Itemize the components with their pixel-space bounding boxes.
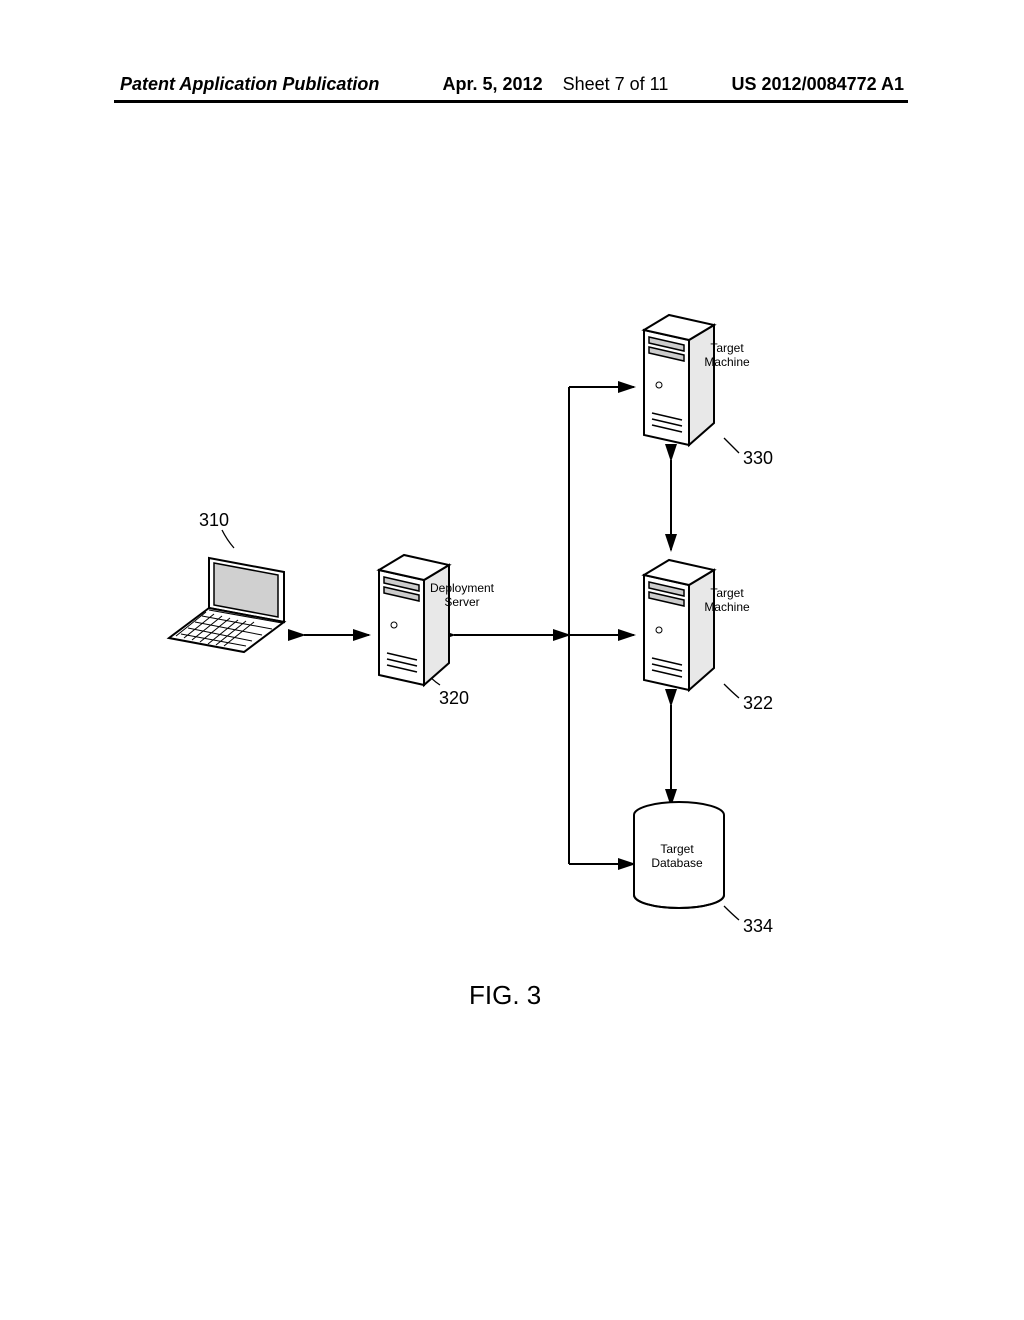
server-icon — [634, 550, 724, 695]
ref-334: 334 — [743, 916, 773, 937]
target-machine-top-label: TargetMachine — [697, 342, 757, 370]
ref-322: 322 — [743, 693, 773, 714]
header-date: Apr. 5, 2012 — [443, 74, 543, 94]
laptop-icon — [154, 550, 314, 670]
header-docnum: US 2012/0084772 A1 — [732, 74, 904, 95]
page-header: Patent Application Publication Apr. 5, 2… — [120, 74, 904, 95]
header-rule — [114, 100, 908, 103]
header-publication: Patent Application Publication — [120, 74, 379, 95]
target-database-label: TargetDatabase — [647, 843, 707, 871]
figure-3-diagram: DeploymentServer TargetMachine TargetMac… — [114, 150, 910, 1150]
server-icon — [369, 545, 459, 690]
target-machine-mid-label: TargetMachine — [697, 587, 757, 615]
ref-310: 310 — [199, 510, 229, 531]
header-sheet: Sheet 7 of 11 — [563, 74, 669, 94]
ref-320: 320 — [439, 688, 469, 709]
deployment-server-label: DeploymentServer — [422, 582, 502, 610]
server-icon — [634, 305, 724, 450]
figure-caption: FIG. 3 — [469, 980, 541, 1011]
ref-330: 330 — [743, 448, 773, 469]
